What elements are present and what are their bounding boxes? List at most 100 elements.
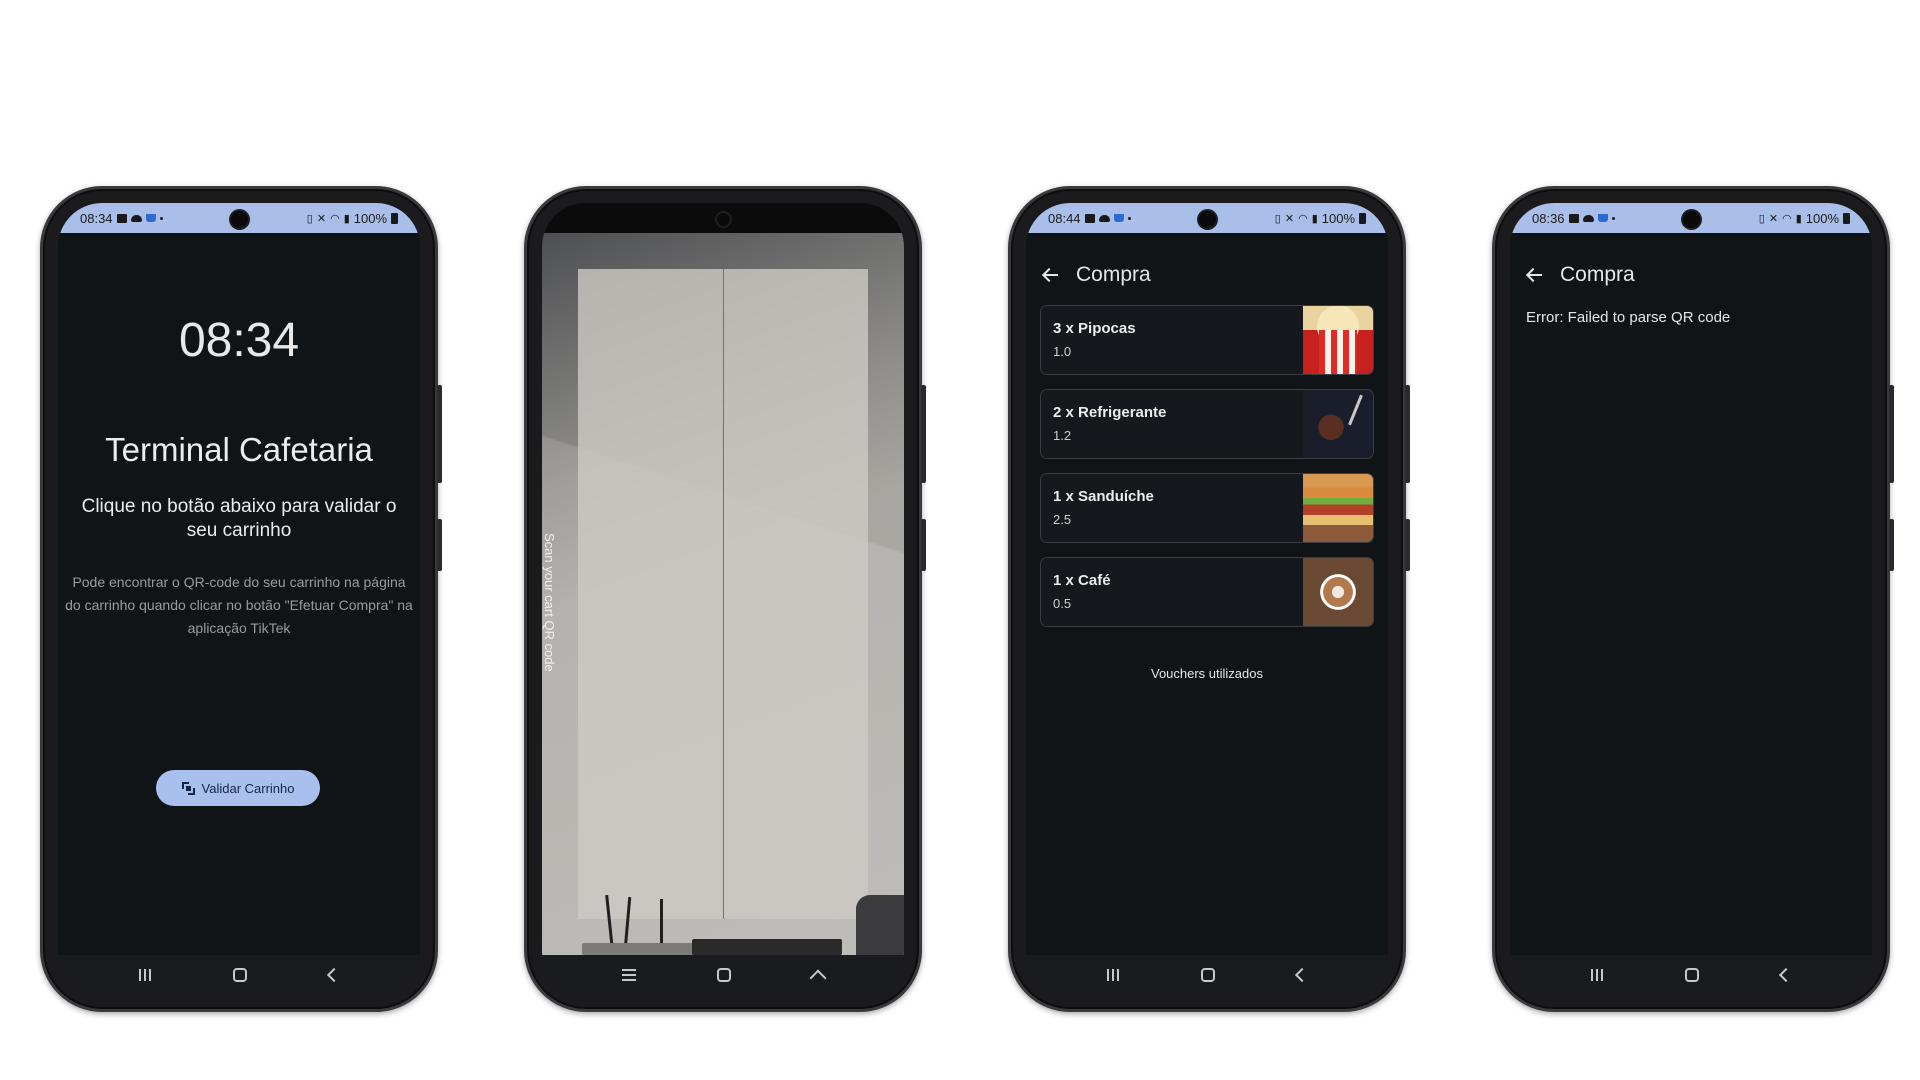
back-arrow-icon[interactable] [1042,268,1058,282]
status-time: 08:34 [80,210,113,226]
nav-bar [58,955,420,995]
gallery-icon [1568,213,1579,223]
power-button [437,519,442,571]
nav-home-icon[interactable] [716,968,731,982]
volume-button [1405,385,1410,483]
nav-home-icon[interactable] [233,968,247,982]
nav-home-icon[interactable] [1685,968,1699,982]
error-message: Error: Failed to parse QR code [1526,309,1731,326]
vouchers-label: Vouchers utilizados [1150,666,1263,681]
list-item[interactable]: 1 x Café 0.5 [1040,557,1374,627]
item-price: 0.5 [1053,596,1072,611]
list-item[interactable]: 1 x Sanduíche 2.5 [1040,473,1374,543]
front-camera [717,213,730,226]
item-name: 1 x Café [1053,572,1111,589]
list-item[interactable]: 3 x Pipocas 1.0 [1040,305,1374,375]
item-name: 3 x Pipocas [1053,320,1136,337]
nav-back-icon[interactable] [1294,967,1310,983]
page-title: Compra [1560,263,1635,286]
notification-icon [145,214,156,222]
screen-terminal: 08:34 ▯ ✕ ◠ ▮ 100% 08:34 Terminal Cafeta… [58,203,420,995]
nav-recent-icon[interactable] [139,969,151,981]
cloud-icon [1582,214,1594,222]
clock: 08:34 [178,314,300,367]
nav-up-icon[interactable] [809,969,827,987]
front-camera [1683,211,1700,228]
wifi-icon: ◠ [1298,212,1308,225]
vibrate-icon: ▯ [1274,212,1281,225]
cloud-icon [130,214,142,222]
signal-icon: ▮ [343,212,350,225]
qr-scan-icon [181,781,195,795]
screen-error: 08:36 ▯ ✕ ◠ ▮ 100% Compra Error: Failed … [1510,203,1872,995]
nav-bar [1510,955,1872,995]
battery-percent: 100% [1321,210,1355,226]
phone-purchase: 08:44 ▯ ✕ ◠ ▮ 100% Compra 3 x Pipocas 1.… [1008,186,1410,1012]
scan-instruction: Scan your cart QR code [542,533,557,672]
validate-cart-label: Validar Carrinho [201,780,295,796]
item-name: 2 x Refrigerante [1053,404,1167,421]
battery-icon [1359,212,1366,224]
battery-icon [1843,212,1850,224]
status-time: 08:36 [1532,210,1565,226]
volume-button [1889,385,1894,483]
status-time: 08:44 [1048,210,1081,226]
nav-bar [542,955,904,995]
nav-recent-icon[interactable] [1591,969,1603,981]
nav-home-icon[interactable] [1201,968,1215,982]
volume-button [921,385,926,483]
page-title: Compra [1076,263,1151,286]
wifi-icon: ◠ [330,212,340,225]
scan-line [723,269,724,919]
power-button [1405,519,1410,571]
sandwich-image [1303,474,1373,542]
app-bar: Compra [1526,263,1856,287]
screen-scanner: Scan your cart QR code [542,203,904,995]
volume-button [437,385,442,483]
list-item[interactable]: 2 x Refrigerante 1.2 [1040,389,1374,459]
item-name: 1 x Sanduíche [1053,488,1154,505]
dot-icon [159,216,163,220]
item-price: 1.0 [1053,344,1072,359]
nav-bar [1026,955,1388,995]
cloud-icon [1098,214,1110,222]
front-camera [1199,211,1216,228]
gallery-icon [116,213,127,223]
item-price: 2.5 [1053,512,1072,527]
battery-percent: 100% [353,210,387,226]
mute-icon: ✕ [316,212,327,225]
nav-back-icon[interactable] [1778,967,1794,983]
validate-cart-button[interactable]: Validar Carrinho [156,770,320,806]
nav-menu-icon[interactable] [622,969,637,981]
nav-back-icon[interactable] [326,967,342,983]
camera-preview: Scan your cart QR code [542,233,904,955]
dot-icon [1127,216,1131,220]
page-title: Terminal Cafetaria [105,431,373,468]
signal-icon: ▮ [1311,212,1318,225]
dot-icon [1611,216,1615,220]
screen-purchase: 08:44 ▯ ✕ ◠ ▮ 100% Compra 3 x Pipocas 1.… [1026,203,1388,995]
signal-icon: ▮ [1795,212,1802,225]
front-camera [231,211,248,228]
power-button [921,519,926,571]
purchase-list: 3 x Pipocas 1.0 2 x Refrigerante 1.2 1 x… [1040,305,1374,641]
back-arrow-icon[interactable] [1526,268,1542,282]
mute-icon: ✕ [1284,212,1295,225]
instruction-text: Clique no botão abaixo para validar o se… [81,496,397,541]
notification-icon [1597,214,1608,222]
gallery-icon [1084,213,1095,223]
nav-recent-icon[interactable] [1107,969,1119,981]
help-text: Pode encontrar o QR-code do seu carrinho… [65,574,413,636]
power-button [1889,519,1894,571]
phone-terminal: 08:34 ▯ ✕ ◠ ▮ 100% 08:34 Terminal Cafeta… [40,186,442,1012]
coffee-image [1303,558,1373,626]
phone-scanner: Scan your cart QR code [524,186,926,1012]
item-price: 1.2 [1053,428,1072,443]
mute-icon: ✕ [1768,212,1779,225]
soda-image [1303,390,1373,458]
app-bar: Compra [1042,263,1372,287]
wifi-icon: ◠ [1782,212,1792,225]
phone-error: 08:36 ▯ ✕ ◠ ▮ 100% Compra Error: Failed … [1492,186,1894,1012]
camera-scene [542,885,904,955]
popcorn-image [1303,306,1373,374]
